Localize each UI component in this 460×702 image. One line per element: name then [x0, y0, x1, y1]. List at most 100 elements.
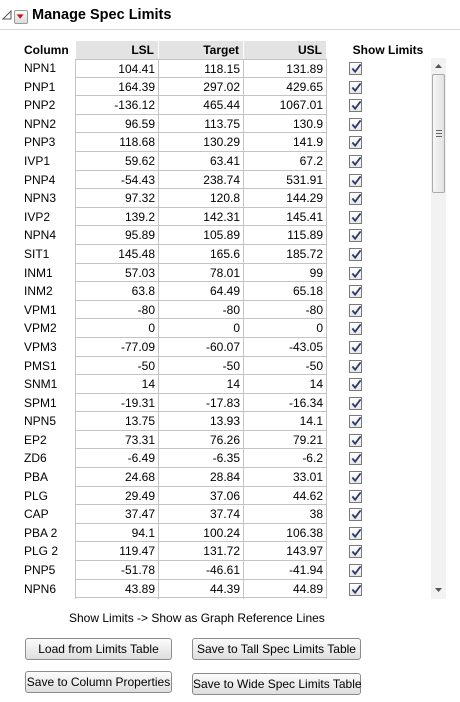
lsl-cell[interactable]: 119.47	[75, 542, 159, 562]
show-limits-checkbox[interactable]	[349, 99, 362, 113]
lsl-cell[interactable]: 73.31	[75, 430, 159, 450]
target-cell[interactable]: -80	[158, 300, 244, 320]
save-to-wide-spec-limits-button[interactable]: Save to Wide Spec Limits Table	[192, 673, 362, 695]
usl-cell[interactable]: 144.29	[243, 189, 327, 208]
target-cell[interactable]: 63.41	[158, 151, 244, 171]
usl-cell[interactable]: 141.9	[243, 133, 327, 152]
lsl-cell[interactable]: -50	[75, 356, 159, 376]
usl-cell[interactable]: 429.65	[243, 77, 327, 97]
lsl-cell[interactable]: 95.89	[75, 226, 159, 245]
usl-cell[interactable]: 130.9	[243, 114, 327, 134]
show-limits-checkbox[interactable]	[349, 489, 362, 503]
lsl-cell[interactable]: 97.32	[75, 189, 159, 208]
usl-cell[interactable]: -6.2	[243, 449, 327, 469]
lsl-cell[interactable]: 57.03	[75, 263, 159, 283]
show-limits-checkbox[interactable]	[349, 564, 362, 578]
scroll-down-arrow-icon[interactable]	[434, 586, 443, 594]
show-limits-checkbox[interactable]	[349, 285, 362, 299]
lsl-cell[interactable]: 145.48	[75, 244, 159, 264]
show-limits-checkbox[interactable]	[349, 433, 362, 447]
show-limits-checkbox[interactable]	[349, 229, 362, 243]
usl-cell[interactable]: 14	[243, 375, 327, 394]
target-cell[interactable]: 76.26	[158, 430, 244, 450]
vertical-scrollbar[interactable]	[431, 58, 446, 599]
usl-cell[interactable]: -80	[243, 300, 327, 320]
show-limits-checkbox[interactable]	[349, 173, 362, 187]
show-limits-checkbox[interactable]	[349, 192, 362, 206]
show-limits-checkbox[interactable]	[349, 210, 362, 224]
lsl-cell[interactable]: 14	[75, 375, 159, 394]
show-limits-checkbox[interactable]	[349, 266, 362, 280]
usl-cell[interactable]: 1067.01	[243, 96, 327, 115]
target-cell[interactable]: -60.07	[158, 337, 244, 357]
lsl-cell[interactable]: 164.39	[75, 77, 159, 97]
usl-cell[interactable]: -43.05	[243, 337, 327, 357]
lsl-cell[interactable]: 0	[75, 319, 159, 338]
lsl-cell[interactable]: 59.62	[75, 151, 159, 171]
show-limits-checkbox[interactable]	[349, 62, 362, 75]
usl-cell[interactable]: 131.89	[243, 59, 327, 78]
show-limits-checkbox[interactable]	[349, 508, 362, 522]
usl-cell[interactable]: 145.41	[243, 207, 327, 227]
target-cell[interactable]: -17.83	[158, 393, 244, 413]
lsl-cell[interactable]: 139.2	[75, 207, 159, 227]
show-limits-checkbox[interactable]	[349, 582, 362, 596]
target-cell[interactable]: -46.61	[158, 561, 244, 580]
target-cell[interactable]: 37.74	[158, 505, 244, 524]
lsl-cell[interactable]: 37.47	[75, 505, 159, 524]
lsl-cell[interactable]: 96.59	[75, 114, 159, 134]
target-cell[interactable]: 28.84	[158, 468, 244, 487]
target-cell[interactable]: 131.72	[158, 542, 244, 562]
target-cell[interactable]: 44.39	[158, 579, 244, 599]
red-menu-triangle-icon[interactable]	[14, 10, 28, 24]
usl-cell[interactable]: 44.62	[243, 486, 327, 506]
target-cell[interactable]: 165.6	[158, 244, 244, 264]
target-cell[interactable]: 13.93	[158, 412, 244, 431]
lsl-cell[interactable]: 104.41	[75, 59, 159, 78]
target-cell[interactable]: 0	[158, 319, 244, 338]
lsl-cell[interactable]: 63.8	[75, 282, 159, 301]
lsl-cell[interactable]: -136.12	[75, 96, 159, 115]
show-limits-checkbox[interactable]	[349, 378, 362, 392]
lsl-cell[interactable]: 94.1	[75, 523, 159, 543]
target-cell[interactable]: 465.44	[158, 96, 244, 115]
show-limits-checkbox[interactable]	[349, 545, 362, 559]
target-cell[interactable]: 0	[158, 598, 244, 599]
lsl-cell[interactable]: -19.31	[75, 393, 159, 413]
target-cell[interactable]: 78.01	[158, 263, 244, 283]
show-limits-checkbox[interactable]	[349, 136, 362, 150]
target-cell[interactable]: 297.02	[158, 77, 244, 97]
save-to-tall-spec-limits-button[interactable]: Save to Tall Spec Limits Table	[192, 638, 361, 660]
show-limits-checkbox[interactable]	[349, 415, 362, 429]
usl-cell[interactable]: 143.97	[243, 542, 327, 562]
usl-cell[interactable]: 115.89	[243, 226, 327, 245]
target-cell[interactable]: -50	[158, 356, 244, 376]
disclosure-triangle-icon[interactable]	[2, 10, 12, 20]
lsl-cell[interactable]: -54.43	[75, 170, 159, 190]
target-cell[interactable]: 14	[158, 375, 244, 394]
usl-cell[interactable]: 0	[243, 319, 327, 338]
usl-cell[interactable]: -41.94	[243, 561, 327, 580]
usl-cell[interactable]: 79.21	[243, 430, 327, 450]
lsl-cell[interactable]: -6.49	[75, 449, 159, 469]
show-limits-checkbox[interactable]	[349, 359, 362, 373]
load-from-limits-table-button[interactable]: Load from Limits Table	[25, 638, 172, 660]
target-cell[interactable]: -6.35	[158, 449, 244, 469]
target-cell[interactable]: 142.31	[158, 207, 244, 227]
target-cell[interactable]: 64.49	[158, 282, 244, 301]
lsl-cell[interactable]: 29.49	[75, 486, 159, 506]
show-limits-checkbox[interactable]	[349, 247, 362, 261]
target-cell[interactable]: 113.75	[158, 114, 244, 134]
usl-cell[interactable]: 14.1	[243, 412, 327, 431]
show-limits-checkbox[interactable]	[349, 471, 362, 485]
target-cell[interactable]: 238.74	[158, 170, 244, 190]
usl-cell[interactable]: 185.72	[243, 244, 327, 264]
lsl-cell[interactable]: 0	[75, 598, 159, 599]
scroll-up-arrow-icon[interactable]	[434, 62, 443, 70]
target-cell[interactable]: 118.15	[158, 59, 244, 78]
usl-cell[interactable]: 44.89	[243, 579, 327, 599]
lsl-cell[interactable]: 24.68	[75, 468, 159, 487]
usl-cell[interactable]: 33.01	[243, 468, 327, 487]
show-limits-checkbox[interactable]	[349, 340, 362, 354]
show-limits-checkbox[interactable]	[349, 396, 362, 410]
